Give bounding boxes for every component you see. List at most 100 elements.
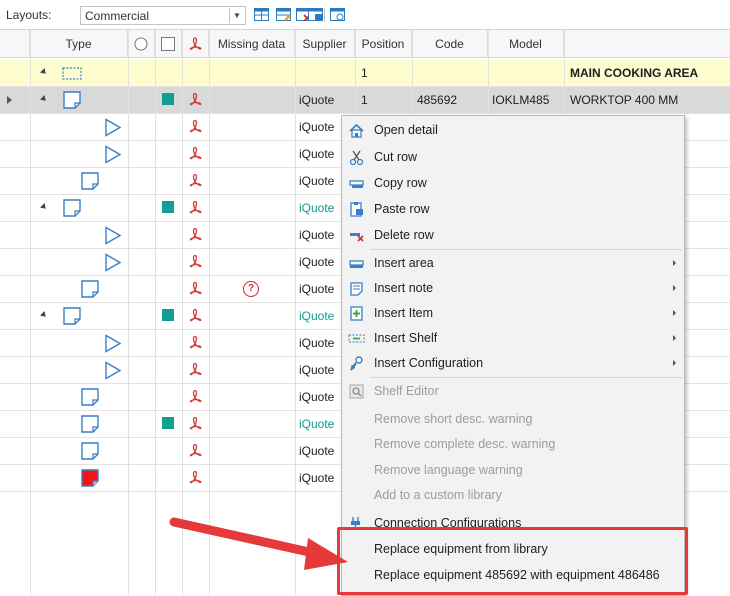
- pdf-icon[interactable]: [189, 308, 202, 323]
- column-header-code[interactable]: Code: [412, 30, 488, 58]
- cell-code: 485692: [417, 93, 458, 107]
- toolbar-separator: [324, 8, 325, 22]
- item-triangle-icon: [105, 118, 122, 137]
- pdf-icon[interactable]: [189, 146, 202, 161]
- home-icon: [349, 123, 364, 138]
- area-row[interactable]: 1 MAIN COOKING AREA: [0, 60, 730, 87]
- column-header-pdf[interactable]: [182, 30, 209, 58]
- status-square: [162, 201, 174, 213]
- menu-item-copy-row[interactable]: Copy row: [342, 171, 684, 196]
- note-icon: [81, 280, 99, 298]
- item-triangle-icon: [105, 145, 122, 164]
- column-header-missing-data[interactable]: Missing data: [209, 30, 295, 58]
- status-square: [162, 417, 174, 429]
- column-header-model[interactable]: Model: [488, 30, 564, 58]
- pdf-icon[interactable]: [189, 254, 202, 269]
- submenu-arrow-icon: [673, 285, 676, 291]
- submenu-arrow-icon: [673, 360, 676, 366]
- column-header-position[interactable]: Position: [355, 30, 412, 58]
- menu-item-remove-complete-desc-warning[interactable]: Remove complete desc. warning: [342, 432, 684, 457]
- pdf-icon: [189, 37, 202, 50]
- item-triangle-icon: [105, 226, 122, 245]
- collapse-chevron-icon[interactable]: [40, 68, 48, 76]
- radio-circle-icon: [134, 37, 148, 51]
- checkbox-icon: [161, 37, 175, 51]
- submenu-arrow-icon: [673, 260, 676, 266]
- magnifier-icon: [349, 384, 364, 399]
- menu-item-paste-row[interactable]: Paste row: [342, 197, 684, 222]
- layouts-label: Layouts:: [6, 8, 52, 22]
- item-triangle-icon: [105, 361, 122, 380]
- item-triangle-icon: [105, 253, 122, 272]
- menu-item-open-detail[interactable]: Open detail: [342, 118, 684, 143]
- cell-supplier: iQuote: [299, 93, 335, 107]
- grid-header: Type Missing data Supplier Position Code…: [0, 30, 730, 58]
- collapse-chevron-icon[interactable]: [40, 95, 48, 103]
- menu-item-delete-row[interactable]: Delete row: [342, 223, 684, 248]
- scissors-icon: [349, 150, 364, 166]
- pdf-icon[interactable]: [189, 335, 202, 350]
- note-icon: [81, 388, 99, 406]
- menu-item-insert-note[interactable]: Insert note: [342, 276, 684, 301]
- menu-item-shelf-editor[interactable]: Shelf Editor: [342, 379, 684, 404]
- copy-row-icon: [349, 180, 364, 188]
- pdf-icon[interactable]: [189, 200, 202, 215]
- pdf-icon[interactable]: [189, 173, 202, 188]
- pdf-icon[interactable]: [189, 443, 202, 458]
- paste-icon: [350, 202, 363, 217]
- row-indicator-header: [0, 30, 30, 58]
- missing-data-question-icon[interactable]: ?: [243, 281, 259, 297]
- pdf-icon[interactable]: [189, 92, 202, 107]
- layout-select[interactable]: Commercial ▼: [80, 6, 246, 25]
- cell-supplier: [299, 60, 353, 86]
- column-header-type[interactable]: Type: [30, 30, 128, 58]
- layout-save-icon[interactable]: [308, 8, 323, 21]
- collapse-chevron-icon[interactable]: [40, 203, 48, 211]
- cell-description: WORKTOP 400 MM: [570, 93, 679, 107]
- insert-area-icon: [349, 260, 364, 268]
- column-header-description[interactable]: [564, 30, 730, 58]
- menu-item-insert-item[interactable]: Insert Item: [342, 301, 684, 326]
- pdf-icon[interactable]: [189, 281, 202, 296]
- layout-edit-icon[interactable]: [276, 8, 291, 21]
- note-icon: [81, 172, 99, 190]
- menu-item-insert-area[interactable]: Insert area: [342, 251, 684, 276]
- row-pointer-icon: [7, 96, 12, 104]
- note-icon: [81, 442, 99, 460]
- pdf-icon[interactable]: [189, 362, 202, 377]
- submenu-arrow-icon: [673, 335, 676, 341]
- menu-separator: [370, 249, 682, 250]
- pdf-icon[interactable]: [189, 389, 202, 404]
- note-icon: [63, 91, 81, 109]
- pdf-icon[interactable]: [189, 227, 202, 242]
- layouts-toolbar: Layouts: Commercial ▼: [0, 0, 730, 30]
- menu-item-cut-row[interactable]: Cut row: [342, 145, 684, 170]
- grid-line: [155, 30, 156, 596]
- pdf-icon[interactable]: [189, 416, 202, 431]
- status-square: [162, 309, 174, 321]
- cell-model: IOKLM485: [492, 93, 550, 107]
- table-row[interactable]: iQuote 1 485692 IOKLM485 WORKTOP 400 MM: [0, 87, 730, 114]
- menu-item-insert-configuration[interactable]: Insert Configuration: [342, 351, 684, 376]
- pdf-icon[interactable]: [189, 470, 202, 485]
- menu-item-remove-short-desc-warning[interactable]: Remove short desc. warning: [342, 407, 684, 432]
- column-header-checkbox[interactable]: [155, 30, 182, 58]
- column-header-supplier[interactable]: Supplier: [295, 30, 355, 58]
- menu-item-insert-shelf[interactable]: Insert Shelf: [342, 326, 684, 351]
- column-header-circle[interactable]: [128, 30, 155, 58]
- layout-options-icon[interactable]: [330, 8, 345, 21]
- layout-select-value: Commercial: [85, 9, 150, 23]
- collapse-chevron-icon[interactable]: [40, 311, 48, 319]
- red-note-icon: [81, 469, 99, 487]
- layout-grid-icon[interactable]: [254, 8, 269, 21]
- grid-line: [128, 30, 129, 596]
- note-icon: [81, 415, 99, 433]
- menu-item-add-custom-library[interactable]: Add to a custom library: [342, 483, 684, 508]
- cell-code: [417, 60, 485, 86]
- item-triangle-icon: [105, 334, 122, 353]
- menu-item-remove-language-warning[interactable]: Remove language warning: [342, 458, 684, 483]
- pdf-icon[interactable]: [189, 119, 202, 134]
- configuration-icon: [350, 356, 363, 371]
- chevron-down-icon[interactable]: ▼: [229, 8, 244, 23]
- menu-separator: [370, 377, 682, 378]
